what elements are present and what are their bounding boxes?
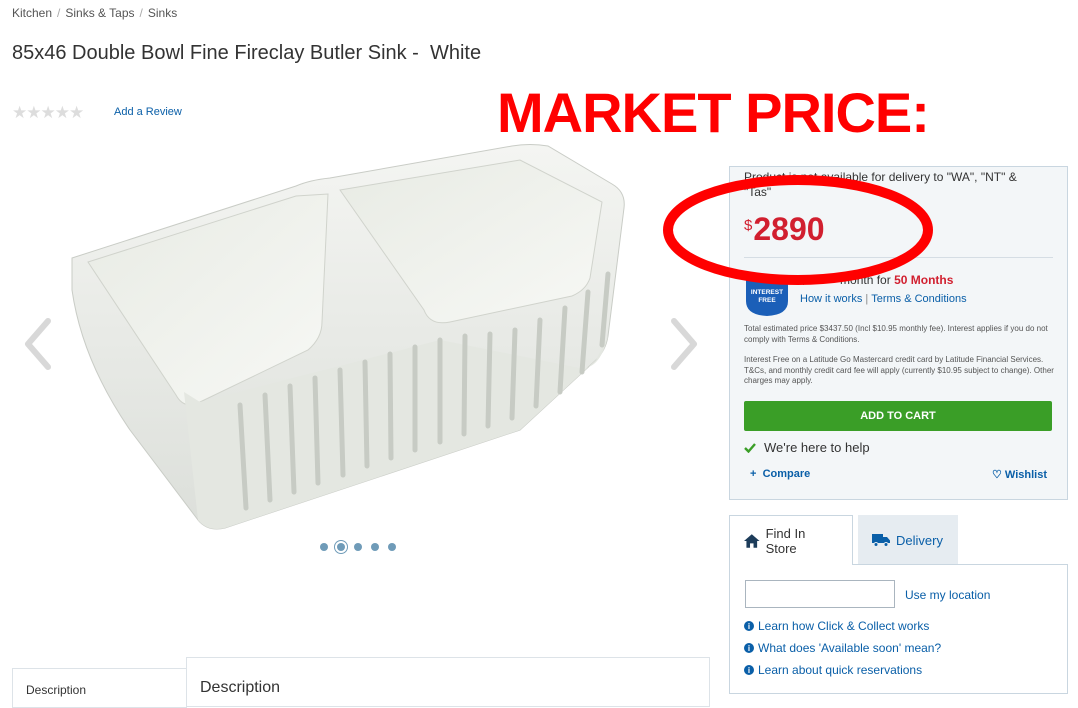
gallery-dot[interactable]	[320, 543, 328, 551]
breadcrumb-separator: /	[57, 6, 61, 20]
use-my-location-link[interactable]: Use my location	[905, 588, 990, 602]
rating-stars: ★★★★★	[12, 103, 84, 122]
tab-description[interactable]: Description	[12, 668, 187, 708]
check-icon	[744, 442, 756, 453]
help-row[interactable]: We're here to help	[744, 440, 870, 455]
product-title: 85x46 Double Bowl Fine Fireclay Butler S…	[12, 42, 482, 64]
finance-fine-print-total: Total estimated price $3437.50 (Incl $10…	[744, 324, 1048, 344]
tab-delivery-label: Delivery	[896, 532, 943, 548]
info-link-label: Learn how Click & Collect works	[758, 619, 930, 633]
truck-icon	[872, 534, 890, 547]
wishlist-button[interactable]: ♡ Wishlist	[992, 468, 1047, 481]
add-review-link[interactable]: Add a Review	[114, 106, 182, 118]
info-link-available-soon[interactable]: i What does 'Available soon' mean?	[744, 641, 941, 655]
compare-button[interactable]: + Compare	[750, 468, 810, 480]
breadcrumb: Kitchen / Sinks & Taps / Sinks	[12, 6, 177, 20]
info-link-click-collect[interactable]: i Learn how Click & Collect works	[744, 619, 929, 633]
info-link-label: What does 'Available soon' mean?	[758, 641, 942, 655]
gallery-dot[interactable]	[388, 543, 396, 551]
info-icon: i	[744, 643, 754, 653]
tab-find-in-store-label: Find In Store	[765, 525, 806, 556]
market-price-annotation: MARKET PRICE:	[497, 81, 930, 144]
breadcrumb-separator: /	[139, 6, 143, 20]
wishlist-label: Wishlist	[1004, 469, 1047, 481]
gallery-dot-active[interactable]	[337, 543, 345, 551]
tab-find-in-store[interactable]: Find In Store	[729, 515, 853, 565]
info-icon: i	[744, 621, 754, 631]
heart-icon: ♡	[991, 469, 1002, 481]
find-in-store-panel: Use my location i Learn how Click & Colle…	[729, 564, 1068, 694]
postcode-input[interactable]	[745, 580, 895, 608]
prev-image-arrow-icon[interactable]	[22, 315, 54, 373]
breadcrumb-kitchen[interactable]: Kitchen	[12, 6, 52, 20]
home-icon	[744, 533, 760, 548]
gallery-dot[interactable]	[371, 543, 379, 551]
plus-icon: +	[750, 468, 757, 480]
next-image-arrow-icon[interactable]	[668, 315, 700, 373]
product-image-sink	[71, 144, 625, 530]
breadcrumb-sinks[interactable]: Sinks	[148, 6, 177, 20]
info-link-quick-reservations[interactable]: i Learn about quick reservations	[744, 663, 922, 677]
gallery-dot[interactable]	[354, 543, 362, 551]
red-ellipse-annotation	[663, 175, 933, 285]
gallery-dots	[320, 543, 396, 551]
compare-label: Compare	[762, 468, 811, 480]
info-link-label: Learn about quick reservations	[758, 663, 923, 677]
tab-delivery[interactable]: Delivery	[858, 515, 958, 565]
info-icon: i	[744, 665, 754, 675]
tab-description-label: Description	[26, 683, 87, 697]
add-to-cart-button[interactable]: ADD TO CART	[744, 401, 1052, 431]
breadcrumb-sinks-taps[interactable]: Sinks & Taps	[65, 6, 134, 20]
help-label: We're here to help	[764, 440, 870, 455]
description-heading: Description	[200, 679, 281, 696]
svg-text:FREE: FREE	[758, 297, 776, 304]
finance-fine-print-latitude: Interest Free on a Latitude Go Mastercar…	[744, 355, 1054, 385]
